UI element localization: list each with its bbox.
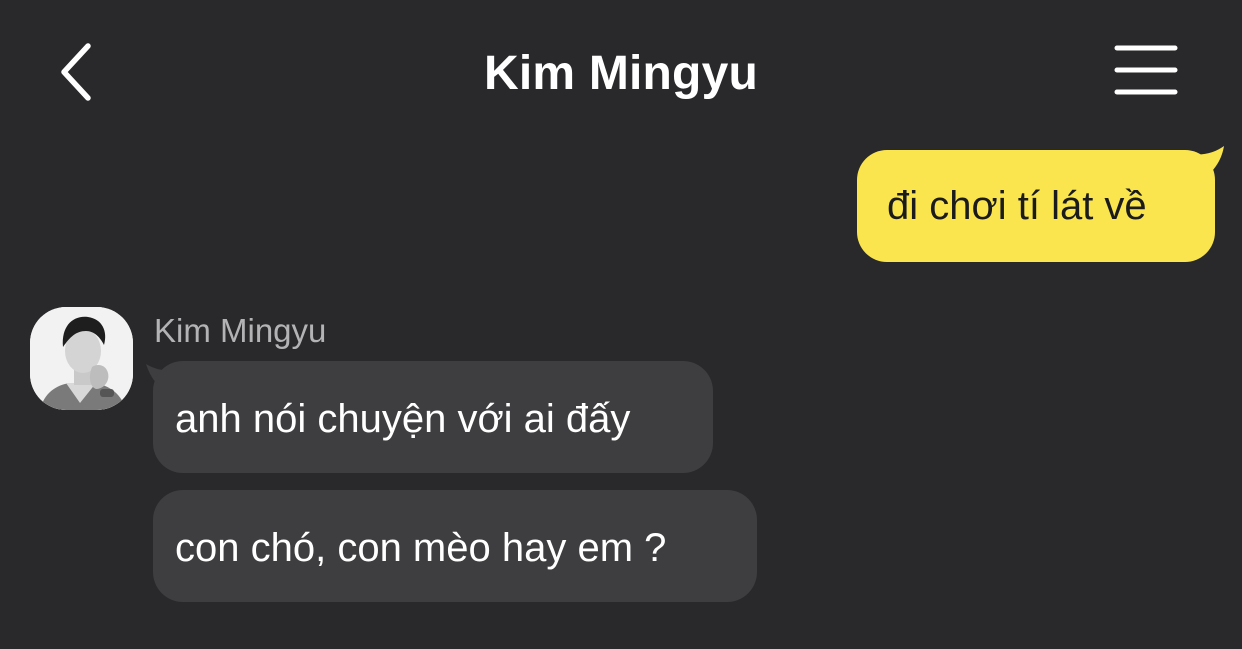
avatar[interactable] [30, 307, 133, 410]
menu-button[interactable] [1112, 44, 1180, 96]
chat-title: Kim Mingyu [484, 47, 758, 100]
hamburger-menu-icon [1114, 45, 1178, 95]
message-text: đi chơi tí lát về [887, 184, 1147, 228]
outgoing-message-bubble[interactable]: đi chơi tí lát về [857, 150, 1215, 262]
sender-name: Kim Mingyu [154, 312, 327, 349]
chat-header: Kim Mingyu [0, 0, 1242, 140]
message-text: con chó, con mèo hay em ? [175, 526, 667, 570]
incoming-message-bubble[interactable]: con chó, con mèo hay em ? [153, 490, 757, 602]
message-text: anh nói chuyện với ai đấy [175, 397, 631, 441]
profile-photo [30, 307, 133, 410]
incoming-message-bubble[interactable]: anh nói chuyện với ai đấy [153, 361, 713, 473]
